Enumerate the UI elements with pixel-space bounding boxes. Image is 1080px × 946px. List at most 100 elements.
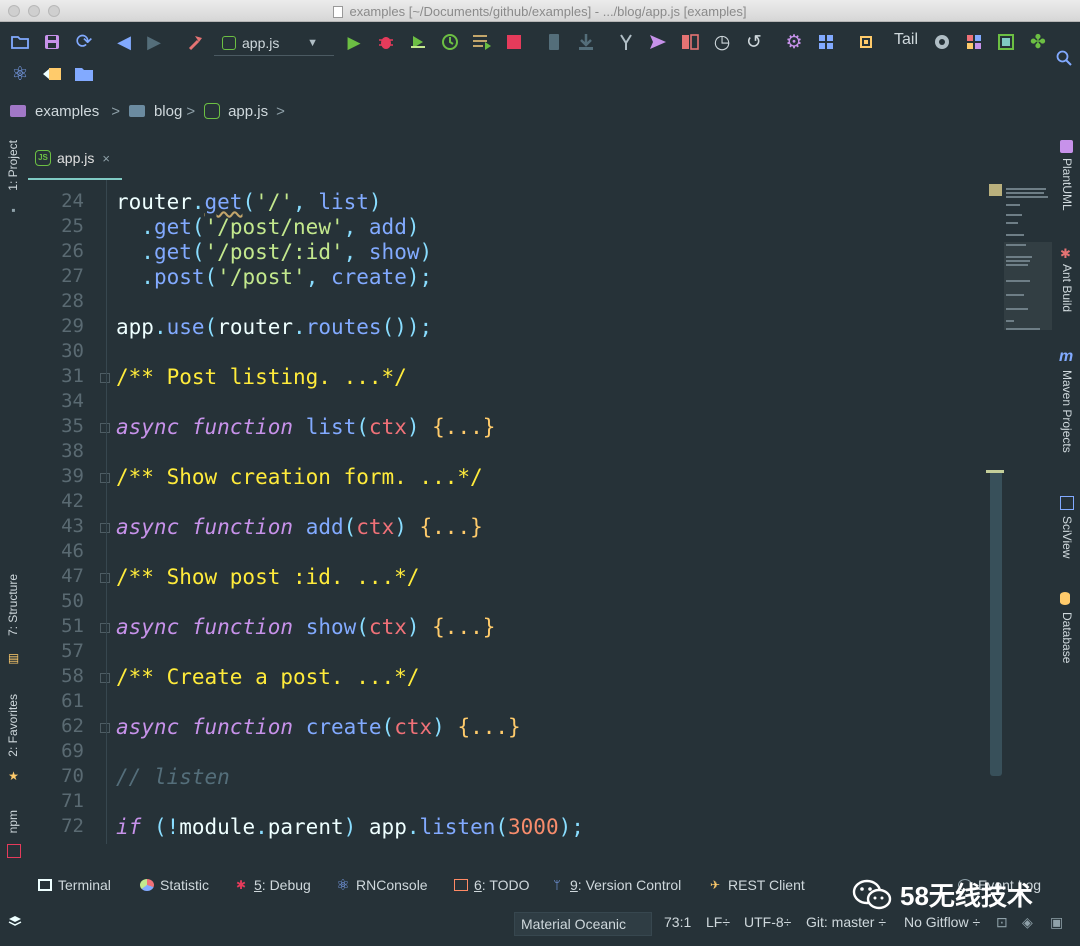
git-branch-status[interactable]: Git: master ÷ bbox=[806, 914, 886, 930]
tool-window-plantuml[interactable]: PlantUML bbox=[1060, 158, 1074, 211]
send-icon[interactable] bbox=[648, 32, 668, 52]
vcs-commit-icon[interactable] bbox=[576, 32, 596, 52]
revert-icon[interactable]: ↺ bbox=[744, 32, 764, 52]
forward-arrow-icon[interactable]: ▶ bbox=[144, 32, 164, 52]
git-branch-icon[interactable] bbox=[616, 32, 636, 52]
gitflow-status[interactable]: No Gitflow ÷ bbox=[904, 914, 980, 930]
compare-icon[interactable] bbox=[680, 32, 700, 52]
vertical-scrollbar[interactable] bbox=[990, 470, 1002, 776]
fold-toggle[interactable] bbox=[100, 723, 110, 733]
error-stripe-marker[interactable] bbox=[989, 184, 1002, 196]
run-list-icon[interactable] bbox=[472, 32, 492, 52]
close-icon[interactable]: × bbox=[102, 151, 110, 166]
fold-toggle[interactable] bbox=[100, 473, 110, 483]
line-number: 27 bbox=[61, 265, 84, 287]
stop-icon[interactable] bbox=[504, 32, 524, 52]
line-number: 72 bbox=[61, 815, 84, 837]
fold-toggle[interactable] bbox=[100, 373, 110, 383]
line-number: 25 bbox=[61, 215, 84, 237]
breadcrumb-item-examples[interactable]: examples bbox=[10, 103, 99, 120]
right-tool-strip: PlantUML ✱ Ant Build m Maven Projects Sc… bbox=[1052, 128, 1080, 844]
layers-icon[interactable] bbox=[8, 915, 22, 929]
fold-toggle[interactable] bbox=[100, 423, 110, 433]
fold-toggle[interactable] bbox=[100, 523, 110, 533]
code-line-43: async function add(ctx) {...} bbox=[116, 515, 483, 539]
sync-icon[interactable]: ⟳ bbox=[74, 32, 94, 52]
structure-grid-icon[interactable] bbox=[816, 32, 836, 52]
tool-window-version-control[interactable]: ᛘ9: Version Control bbox=[550, 877, 681, 893]
profile-icon[interactable] bbox=[440, 32, 460, 52]
record-icon[interactable] bbox=[932, 32, 952, 52]
run-coverage-icon[interactable] bbox=[408, 32, 428, 52]
tool-window-project[interactable]: 1: Project bbox=[6, 140, 20, 191]
maven-icon: m bbox=[1059, 348, 1074, 365]
fold-toggle[interactable] bbox=[100, 573, 110, 583]
breadcrumb-label: blog bbox=[153, 102, 183, 120]
scrollbar-thumb[interactable] bbox=[986, 470, 1004, 473]
terminal-icon bbox=[38, 879, 52, 891]
react-icon: ⚛ bbox=[336, 877, 350, 894]
vcs-update-icon[interactable] bbox=[544, 32, 564, 52]
layout-icon[interactable] bbox=[964, 32, 984, 52]
project-folder-icon bbox=[10, 105, 26, 117]
folder-icon[interactable] bbox=[74, 64, 94, 84]
tool-window-statistic[interactable]: Statistic bbox=[140, 877, 209, 893]
open-folder-icon[interactable] bbox=[10, 32, 30, 52]
mnemonic: 9 bbox=[570, 877, 578, 893]
tool-window-database[interactable]: Database bbox=[1060, 612, 1074, 663]
breadcrumb: examples > blog > app.js > bbox=[0, 94, 1080, 128]
code-minimap[interactable] bbox=[1004, 180, 1052, 340]
breadcrumb-item-appjs[interactable]: app.js bbox=[204, 103, 268, 120]
code-line-39: /** Show creation form. ...*/ bbox=[116, 465, 483, 489]
tool-window-favorites[interactable]: 2: Favorites bbox=[6, 694, 20, 757]
tool-window-rnconsole[interactable]: ⚛ RNConsole bbox=[336, 877, 427, 894]
tab-app-js[interactable]: JS app.js × bbox=[28, 136, 122, 180]
code-editor[interactable]: 24 25 26 27 28 29 30 31 34 35 38 39 42 43 46 47 50 51 57 58… bbox=[28, 180, 1052, 844]
back-arrow-icon[interactable]: ◀ bbox=[114, 32, 134, 52]
puzzle-plugin-icon[interactable]: ✤ bbox=[1028, 32, 1048, 52]
chevron-down-icon: ▼ bbox=[307, 36, 318, 49]
breadcrumb-item-blog[interactable]: blog bbox=[128, 102, 183, 120]
tool-window-sciview[interactable]: SciView bbox=[1060, 516, 1074, 558]
ant-icon: ✱ bbox=[1060, 246, 1071, 261]
tool-window-todo[interactable]: 6: TODO bbox=[454, 877, 530, 893]
tool-window-structure[interactable]: 7: Structure bbox=[6, 574, 20, 636]
tool-window-rest-client[interactable]: ✈ REST Client bbox=[708, 877, 805, 893]
mnemonic: 6 bbox=[474, 877, 482, 893]
debug-bug-icon[interactable] bbox=[376, 32, 396, 52]
settings-gear-icon[interactable]: ⚙ bbox=[784, 32, 804, 52]
build-hammer-icon[interactable] bbox=[186, 32, 206, 52]
memory-icon[interactable]: ▣ bbox=[1050, 914, 1063, 931]
tool-window-npm[interactable]: npm bbox=[6, 810, 20, 833]
plugin-chip-icon[interactable] bbox=[856, 32, 876, 52]
chevron-right-icon: > bbox=[186, 102, 196, 120]
run-icon[interactable]: ▶ bbox=[344, 32, 364, 52]
fold-toggle[interactable] bbox=[100, 623, 110, 633]
tool-window-debug[interactable]: ✱ 5: Debug bbox=[234, 877, 311, 893]
line-number: 46 bbox=[61, 540, 84, 562]
theme-selector[interactable]: Material Oceanic bbox=[514, 912, 652, 936]
tail-button[interactable]: Tail bbox=[894, 31, 918, 49]
history-icon[interactable]: ◷ bbox=[712, 32, 732, 52]
code-line-27: .post('/post', create); bbox=[116, 265, 433, 289]
run-configuration-select[interactable]: app.js ▼ bbox=[214, 30, 334, 56]
tool-window-ant-build[interactable]: Ant Build bbox=[1060, 264, 1074, 312]
line-number: 24 bbox=[61, 190, 84, 212]
tool-window-maven[interactable]: Maven Projects bbox=[1060, 370, 1074, 453]
inspector-icon[interactable]: ◈ bbox=[1022, 914, 1033, 931]
left-tool-strip: 1: Project ▪ 7: Structure ▤ 2: Favorites… bbox=[0, 128, 28, 858]
database-tools-icon[interactable] bbox=[996, 32, 1016, 52]
back-file-icon[interactable] bbox=[42, 64, 62, 84]
folder-icon bbox=[128, 105, 145, 117]
file-encoding[interactable]: UTF-8÷ bbox=[744, 914, 791, 930]
line-number: 39 bbox=[61, 465, 84, 487]
react-icon[interactable]: ⚛ bbox=[10, 64, 30, 84]
fold-toggle[interactable] bbox=[100, 673, 110, 683]
tool-window-terminal[interactable]: Terminal bbox=[38, 877, 111, 893]
tool-window-label: Terminal bbox=[58, 877, 111, 893]
caret-position[interactable]: 73:1 bbox=[664, 914, 691, 930]
line-separator[interactable]: LF÷ bbox=[706, 914, 730, 930]
save-icon[interactable] bbox=[42, 32, 62, 52]
search-icon[interactable] bbox=[1054, 48, 1074, 68]
lock-icon[interactable]: ⊡ bbox=[996, 914, 1008, 931]
